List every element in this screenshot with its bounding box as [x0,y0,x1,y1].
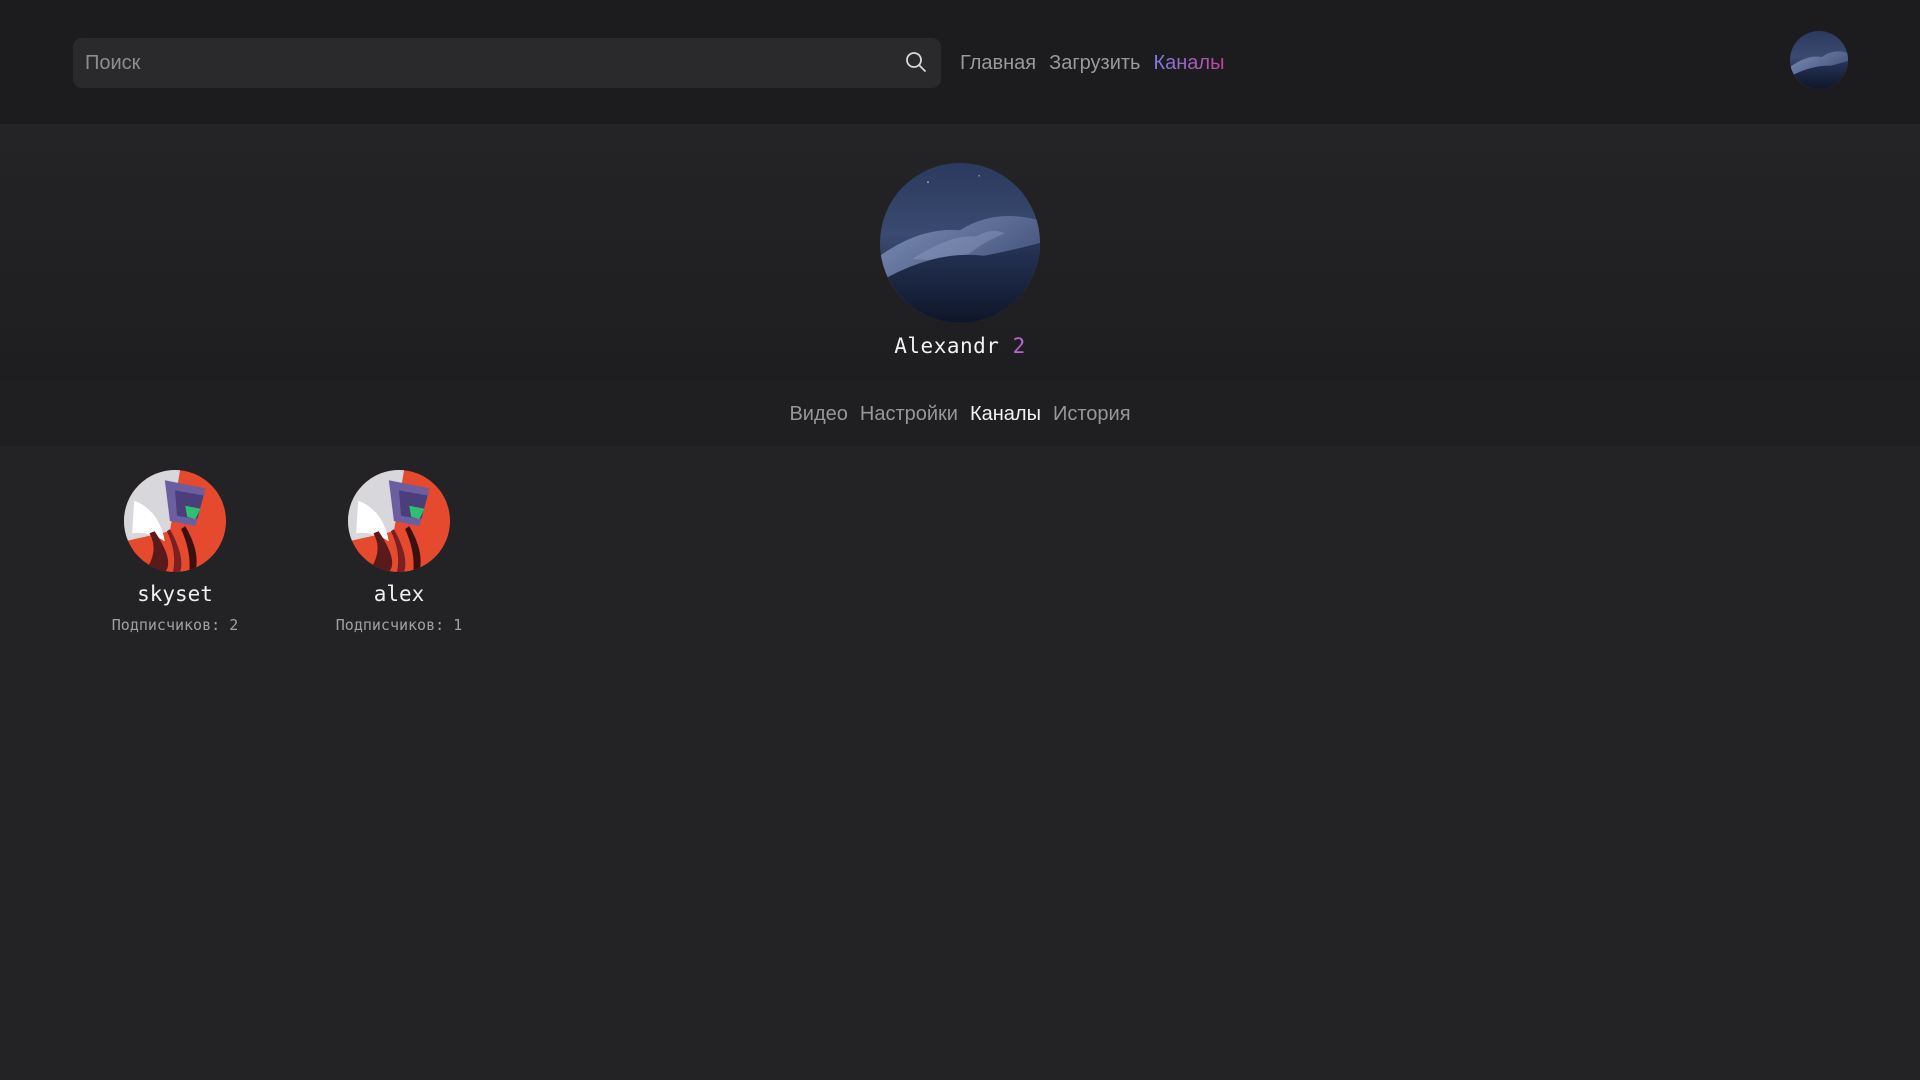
dune-image [880,163,1040,323]
tab-channels[interactable]: Каналы [970,403,1041,426]
subscribers-count: 2 [229,616,239,634]
tab-video[interactable]: Видео [789,403,847,426]
tab-history[interactable]: История [1053,403,1131,426]
subscribers-count: 1 [453,616,463,634]
dune-image [1790,31,1848,89]
search-box[interactable] [73,38,941,88]
profile-count: 2 [1012,334,1026,358]
subscribers-label: Подписчиков: [335,616,445,634]
nav-item-channels[interactable]: Каналы [1153,50,1224,76]
channel-avatar-image [348,470,450,572]
profile-header: Alexandr 2 [0,124,1920,382]
search-input[interactable] [73,38,893,88]
tab-settings[interactable]: Настройки [860,403,958,426]
profile-name: Alexandr 2 [0,334,1920,358]
channel-avatar[interactable] [348,470,450,572]
channel-subscribers: Подписчиков: 1 [309,616,489,634]
channel-name[interactable]: alex [309,580,489,608]
subscribers-label: Подписчиков: [111,616,221,634]
channel-subscribers: Подписчиков: 2 [85,616,265,634]
user-avatar[interactable] [1790,31,1848,89]
profile-tabs: Видео Настройки Каналы История [0,382,1920,446]
nav-item-upload[interactable]: Загрузить [1049,50,1140,76]
channel-card[interactable]: alex Подписчиков: 1 [309,470,489,634]
profile-avatar [880,163,1040,323]
nav-item-home[interactable]: Главная [960,50,1036,76]
channel-avatar-image [124,470,226,572]
top-bar: Главная Загрузить Каналы [0,0,1920,124]
main-nav: Главная Загрузить Каналы [960,50,1224,76]
channel-card[interactable]: skyset Подписчиков: 2 [85,470,265,634]
search-icon[interactable] [904,50,928,74]
profile-name-text: Alexandr [894,334,1000,358]
channel-avatar[interactable] [124,470,226,572]
channel-name[interactable]: skyset [85,580,265,608]
